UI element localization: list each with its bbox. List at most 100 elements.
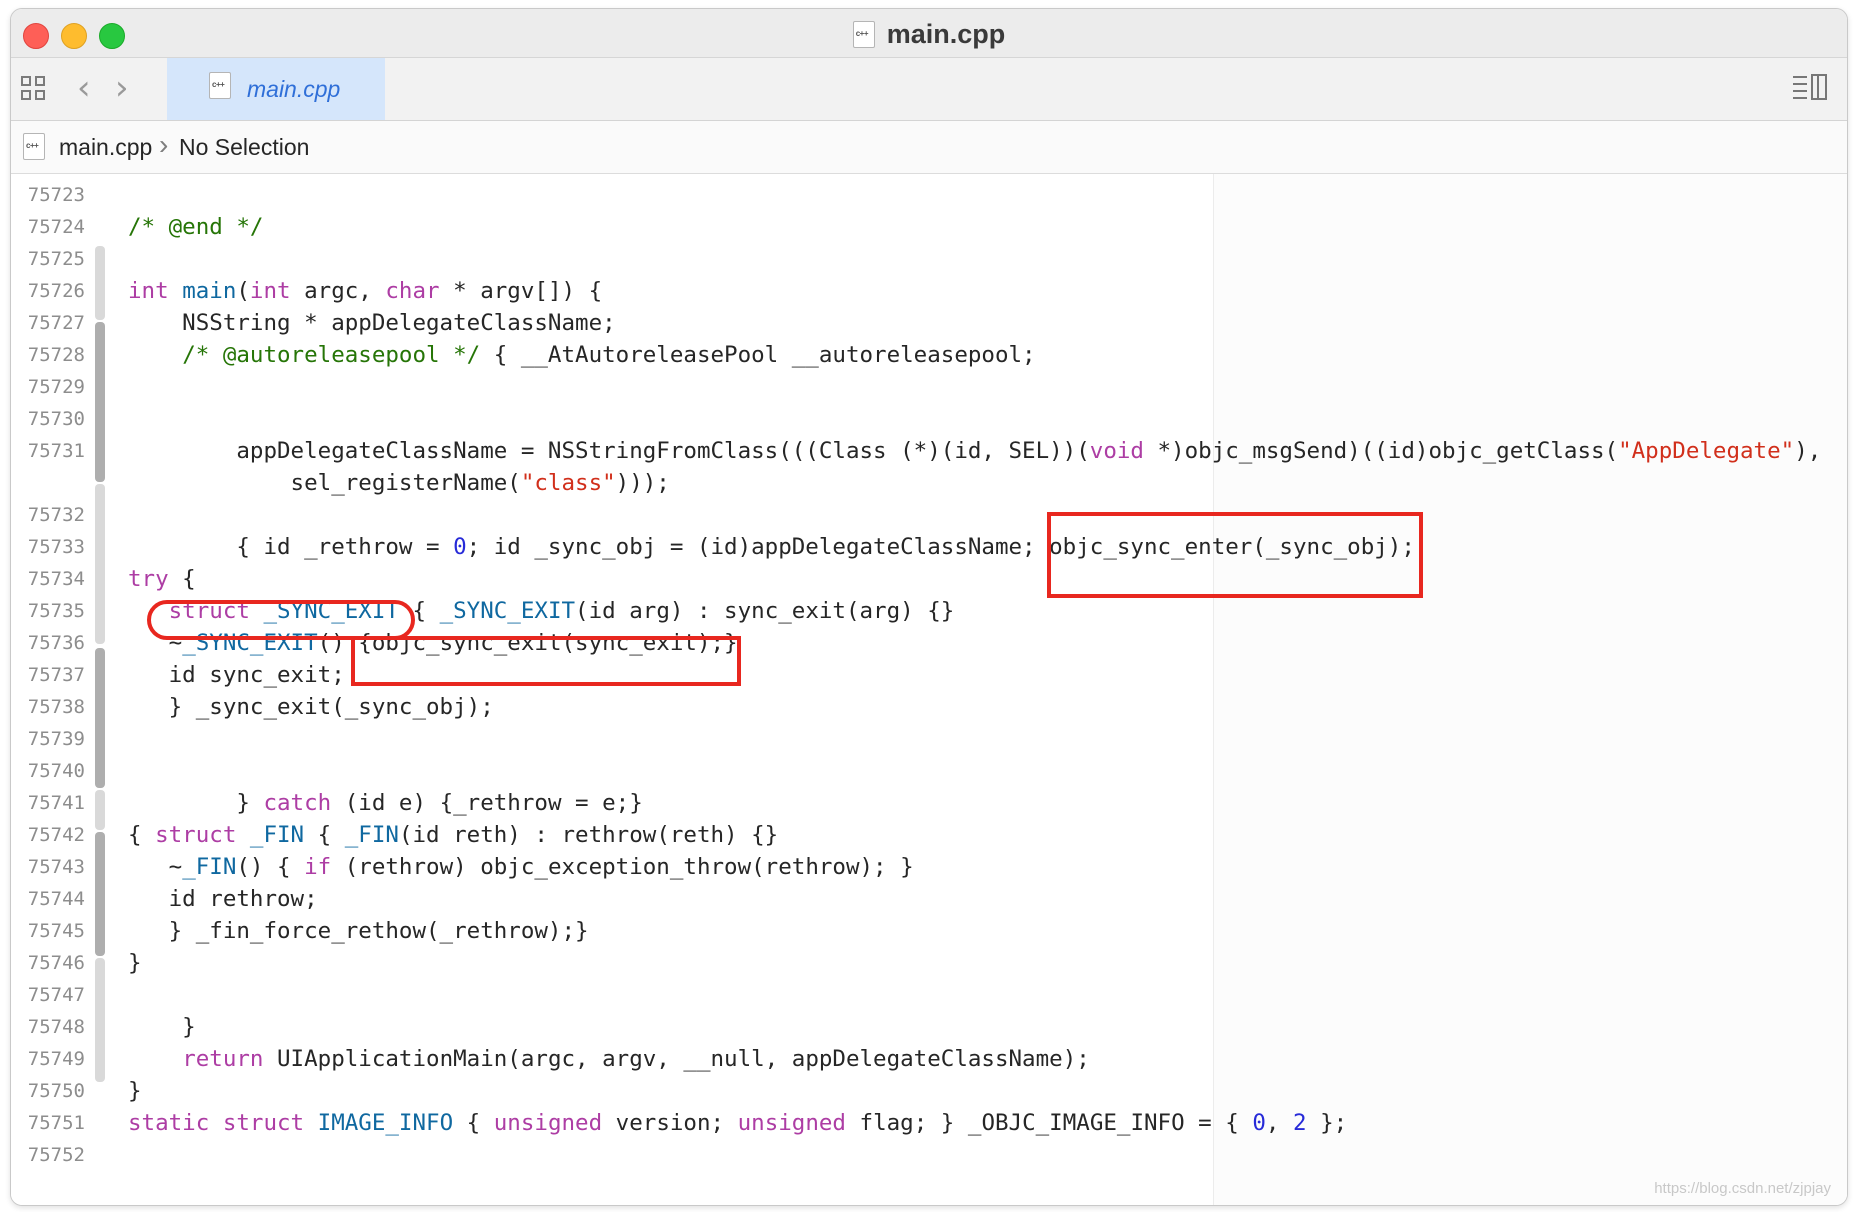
code-token: () { — [236, 854, 305, 880]
code-token: } — [128, 950, 142, 976]
code-line[interactable]: 75727 NSString * appDelegateClassName; — [11, 307, 1847, 339]
code-token: return — [182, 1046, 264, 1072]
tab-main-cpp[interactable]: c++ main.cpp — [167, 58, 385, 120]
line-number: 75733 — [27, 536, 85, 558]
code-text: static struct IMAGE_INFO { unsigned vers… — [128, 1107, 1347, 1139]
code-line[interactable]: 75743 ~_FIN() { if (rethrow) objc_except… — [11, 851, 1847, 883]
cpp-file-icon: c++ — [209, 72, 231, 99]
code-token: ( — [236, 278, 250, 304]
code-token: /* @end */ — [128, 214, 264, 240]
code-line[interactable]: 75739 — [11, 723, 1847, 755]
code-line[interactable]: 75751 static struct IMAGE_INFO { unsigned… — [11, 1107, 1847, 1139]
related-items-grid-icon[interactable] — [21, 76, 49, 104]
code-line[interactable]: 75723 — [11, 179, 1847, 211]
line-number: 75736 — [27, 632, 85, 654]
code-line[interactable]: 75744 id rethrow; — [11, 883, 1847, 915]
code-token: (id e) {_rethrow = e;} — [331, 790, 643, 816]
code-line[interactable]: 75740 — [11, 755, 1847, 787]
code-line[interactable]: 75729 — [11, 371, 1847, 403]
tab-bar: ‹ › c++ main.cpp — [11, 58, 1847, 121]
code-line[interactable]: 75737 id sync_exit; — [11, 659, 1847, 691]
line-number: 75747 — [27, 984, 85, 1006]
inspector-toggle-icon[interactable] — [1793, 74, 1829, 102]
code-text: appDelegateClassName = NSStringFromClass… — [128, 435, 1821, 467]
code-token: appDelegateClassName = NSStringFromClass… — [128, 438, 1090, 464]
code-line[interactable]: 75726 int main(int argc, char * argv[]) { — [11, 275, 1847, 307]
code-line[interactable]: 75741 } catch (id e) {_rethrow = e;} — [11, 787, 1847, 819]
code-token: ), — [1794, 438, 1822, 464]
code-lines: 757227572375724/* @end */7572575726int m… — [11, 174, 1847, 1171]
code-text: } _sync_exit(_sync_obj); — [128, 691, 494, 723]
code-line[interactable]: 75733 { id _rethrow = 0; id _sync_obj = … — [11, 531, 1847, 563]
code-line[interactable]: 75750} — [11, 1075, 1847, 1107]
forward-arrow-icon[interactable]: › — [115, 68, 129, 108]
code-editor[interactable]: 757227572375724/* @end */7572575726int m… — [11, 174, 1847, 1205]
code-token: (rethrow) objc_exception_throw(rethrow);… — [331, 854, 914, 880]
code-line[interactable]: 75728 /* @autoreleasepool */ { __AtAutor… — [11, 339, 1847, 371]
code-token: * argv[]) { — [439, 278, 603, 304]
line-number: 75732 — [27, 504, 85, 526]
code-token: { id _rethrow = — [128, 534, 454, 560]
code-line[interactable]: 75732 — [11, 499, 1847, 531]
code-line[interactable]: 75725 — [11, 243, 1847, 275]
code-token: { __AtAutoreleasePool __autoreleasepool; — [480, 342, 1036, 368]
code-token: (id arg) : sync_exit(arg) {} — [575, 598, 955, 624]
xcode-window: c++ main.cpp ‹ › c++ main.cpp c++ main.cp… — [10, 8, 1848, 1206]
annotation-box-sync-exit — [351, 636, 741, 686]
code-token: static — [128, 1110, 210, 1136]
code-token: } — [128, 790, 264, 816]
line-number: 75728 — [27, 344, 85, 366]
breadcrumb-file[interactable]: main.cpp — [59, 134, 152, 161]
code-line[interactable]: 75724 /* @end */ — [11, 211, 1847, 243]
code-token: _SYNC_EXIT — [439, 598, 576, 624]
code-line[interactable]: 75745 } _fin_force_rethow(_rethrow);} — [11, 915, 1847, 947]
back-arrow-icon[interactable]: ‹ — [77, 68, 91, 108]
code-line[interactable]: 75752 — [11, 1139, 1847, 1171]
code-token: 2 — [1293, 1110, 1307, 1136]
code-text: id sync_exit; — [128, 659, 345, 691]
code-text: } — [128, 1075, 142, 1107]
code-token: if — [304, 854, 332, 880]
code-token: main — [182, 278, 237, 304]
jump-bar: c++ main.cpp › No Selection — [11, 121, 1847, 174]
line-number: 75735 — [27, 600, 85, 622]
line-number: 75749 — [27, 1048, 85, 1070]
code-line[interactable]: 75746} — [11, 947, 1847, 979]
code-token: { — [128, 822, 156, 848]
code-text: try { — [128, 563, 196, 595]
code-token: unsigned — [493, 1110, 603, 1136]
breadcrumb-selection[interactable]: No Selection — [179, 134, 309, 161]
code-token: ))); — [615, 470, 670, 496]
code-text: NSString * appDelegateClassName; — [128, 307, 616, 339]
code-token: "AppDelegate" — [1618, 438, 1795, 464]
code-line[interactable]: 75742{ struct _FIN { _FIN(id reth) : ret… — [11, 819, 1847, 851]
code-line[interactable]: 75730 — [11, 403, 1847, 435]
line-number: 75748 — [27, 1016, 85, 1038]
code-token: (id reth) : rethrow(reth) {} — [398, 822, 779, 848]
code-line[interactable]: 75748 } — [11, 1011, 1847, 1043]
code-line[interactable]: 75731 appDelegateClassName = NSStringFro… — [11, 435, 1847, 467]
code-token: IMAGE_INFO — [317, 1110, 454, 1136]
code-text: id rethrow; — [128, 883, 318, 915]
cpp-file-icon: c++ — [852, 21, 875, 48]
window-title: c++ main.cpp — [11, 19, 1847, 50]
code-token: { — [168, 566, 196, 592]
line-number: 75746 — [27, 952, 85, 974]
code-text: } — [128, 1011, 196, 1043]
watermark: https://blog.csdn.net/zjpjay — [1654, 1180, 1831, 1197]
line-number: 75740 — [27, 760, 85, 782]
line-number: 75724 — [27, 216, 85, 238]
code-token: version; — [602, 1110, 738, 1136]
code-line[interactable]: 75747 — [11, 979, 1847, 1011]
code-line[interactable]: 75749 return UIApplicationMain(argc, arg… — [11, 1043, 1847, 1075]
line-number: 75750 — [27, 1080, 85, 1102]
code-line[interactable]: sel_registerName("class"))); — [11, 467, 1847, 499]
code-line[interactable]: 75734 try { — [11, 563, 1847, 595]
code-token: } _fin_force_rethow(_rethrow);} — [128, 918, 589, 944]
code-token: _FIN — [249, 822, 305, 848]
line-number: 75751 — [27, 1112, 85, 1134]
code-token: UIApplicationMain(argc, argv, __null, ap… — [263, 1046, 1090, 1072]
code-line[interactable]: 75738 } _sync_exit(_sync_obj); — [11, 691, 1847, 723]
